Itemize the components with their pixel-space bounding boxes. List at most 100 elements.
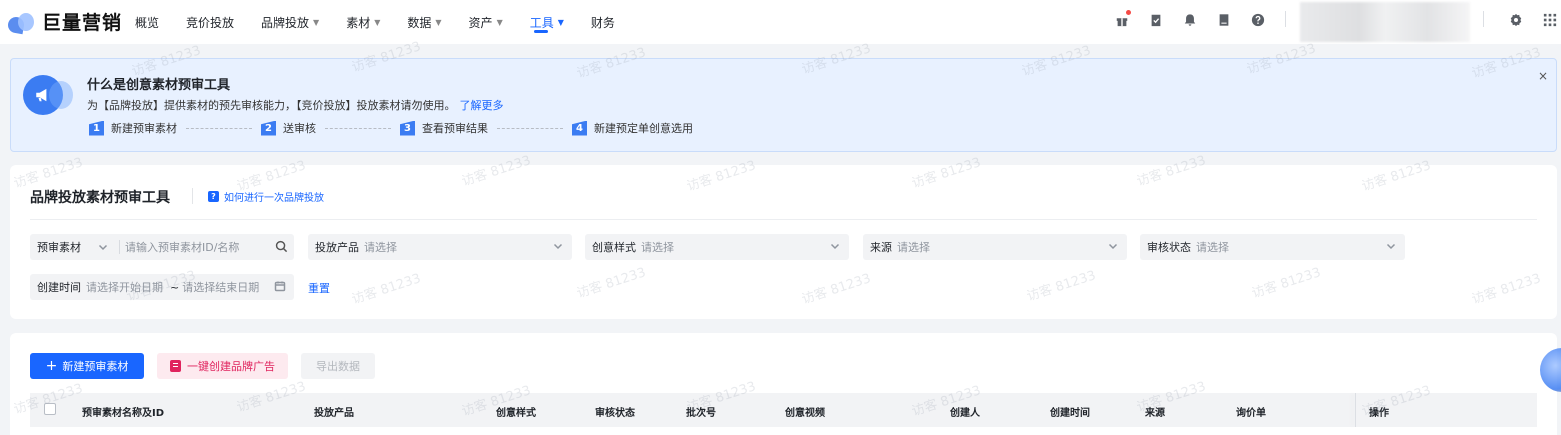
style-select[interactable]: 创意样式 请选择 xyxy=(585,234,849,260)
help-icon[interactable] xyxy=(1248,10,1268,30)
create-brand-ad-button[interactable]: 一键创建品牌广告 xyxy=(157,353,288,379)
howto-link[interactable]: ? 如何进行一次品牌投放 xyxy=(208,189,324,204)
divider xyxy=(119,240,120,254)
date-end-input[interactable]: 请选择结束日期 xyxy=(182,279,259,295)
column-header-creator[interactable]: 创建人 xyxy=(950,404,980,419)
logo-text: 巨量营销 xyxy=(42,12,123,34)
bell-icon[interactable] xyxy=(1180,10,1200,30)
nav-item-material[interactable]: 素材 ▼ xyxy=(346,0,380,44)
step-connector xyxy=(186,127,252,129)
step-label: 查看预审结果 xyxy=(422,122,488,135)
step-connector xyxy=(325,127,391,129)
date-start-input[interactable]: 请选择开始日期 xyxy=(86,279,163,295)
column-header-batch[interactable]: 批次号 xyxy=(686,404,716,419)
chevron-down-icon xyxy=(1107,240,1119,252)
style-placeholder: 请选择 xyxy=(641,241,674,254)
reset-link[interactable]: 重置 xyxy=(308,280,330,296)
column-header-source[interactable]: 来源 xyxy=(1145,404,1165,419)
brand-ad-label: 一键创建品牌广告 xyxy=(187,360,275,373)
chevron-down-icon xyxy=(552,240,564,252)
chevron-down-icon[interactable] xyxy=(97,241,109,253)
nav-item-data[interactable]: 数据 ▼ xyxy=(407,0,441,44)
status-label: 审核状态 xyxy=(1147,241,1191,254)
column-header-status[interactable]: 审核状态 xyxy=(595,404,635,419)
fixed-column-divider xyxy=(1355,393,1356,427)
search-input[interactable]: 请输入预审素材ID/名称 xyxy=(125,239,239,255)
source-placeholder: 请选择 xyxy=(897,241,930,254)
caret-down-icon: ▼ xyxy=(313,17,320,27)
select-all-checkbox[interactable] xyxy=(44,403,56,415)
column-header-product[interactable]: 投放产品 xyxy=(314,404,354,419)
step-2: 2 送审核 xyxy=(261,120,316,136)
source-label: 来源 xyxy=(870,241,892,254)
plus-icon: + xyxy=(45,358,58,374)
gift-icon[interactable] xyxy=(1112,10,1132,30)
chevron-down-icon xyxy=(1385,240,1397,252)
material-search-field: 预审素材 请输入预审素材ID/名称 xyxy=(30,234,294,260)
step-label: 新建预审素材 xyxy=(111,122,177,135)
megaphone-icon xyxy=(23,75,73,115)
learn-more-link[interactable]: 了解更多 xyxy=(460,99,504,112)
column-header-quote[interactable]: 询价单 xyxy=(1236,404,1266,419)
nav-item-finance[interactable]: 财务 xyxy=(591,0,615,44)
divider xyxy=(30,219,1537,220)
nav-item-assets[interactable]: 资产 ▼ xyxy=(469,0,503,44)
caret-down-icon: ▼ xyxy=(557,17,564,27)
status-select[interactable]: 审核状态 请选择 xyxy=(1140,234,1405,260)
step-number: 1 xyxy=(89,120,104,136)
banner-desc-text: 为【品牌投放】提供素材的预先审核能力，【竞价投放】投放素材请勿使用。 xyxy=(87,99,456,112)
column-header-name[interactable]: 预审素材名称及ID xyxy=(82,404,164,419)
question-icon: ? xyxy=(208,191,219,202)
step-1: 1 新建预审素材 xyxy=(89,120,177,136)
divider xyxy=(192,188,193,204)
calendar-icon xyxy=(274,280,286,292)
source-select[interactable]: 来源 请选择 xyxy=(863,234,1127,260)
column-header-video[interactable]: 创意视频 xyxy=(785,404,825,419)
step-number: 3 xyxy=(400,120,415,136)
caret-down-icon: ▼ xyxy=(435,17,442,27)
divider xyxy=(1483,11,1484,27)
product-label: 投放产品 xyxy=(315,241,359,254)
step-3: 3 查看预审结果 xyxy=(400,120,488,136)
nav-item-brand[interactable]: 品牌投放 ▼ xyxy=(261,0,319,44)
user-account-area[interactable] xyxy=(1300,2,1470,42)
style-label: 创意样式 xyxy=(592,241,636,254)
banner-description: 为【品牌投放】提供素材的预先审核能力，【竞价投放】投放素材请勿使用。 了解更多 xyxy=(87,97,504,113)
search-type-select[interactable]: 预审素材 xyxy=(37,239,81,255)
settings-icon[interactable] xyxy=(1506,10,1526,30)
logo-mark-icon xyxy=(6,11,42,34)
product-select[interactable]: 投放产品 请选择 xyxy=(308,234,572,260)
nav-item-bidding[interactable]: 竞价投放 xyxy=(186,0,234,44)
logo[interactable]: 巨量营销 xyxy=(6,8,123,35)
product-placeholder: 请选择 xyxy=(364,241,397,254)
brand-ad-icon xyxy=(170,360,181,372)
close-icon[interactable]: × xyxy=(1538,69,1548,83)
clipboard-icon[interactable] xyxy=(1146,10,1166,30)
divider xyxy=(1285,11,1286,27)
apps-grid-icon[interactable] xyxy=(1540,10,1560,30)
column-header-actions: 操作 xyxy=(1369,408,1389,419)
banner-title: 什么是创意素材预审工具 xyxy=(87,78,231,93)
caret-down-icon: ▼ xyxy=(374,17,381,27)
page-title: 品牌投放素材预审工具 xyxy=(30,190,170,206)
steps: 1 新建预审素材 2 送审核 3 查看预审结果 4 新建预定单创意选用 xyxy=(89,120,693,136)
column-header-style[interactable]: 创意样式 xyxy=(496,404,536,419)
date-label: 创建时间 xyxy=(37,281,81,294)
step-label: 新建预定单创意选用 xyxy=(594,122,693,135)
nav-item-overview[interactable]: 概览 xyxy=(135,0,159,44)
nav-item-tools[interactable]: 工具 ▼ xyxy=(530,0,564,44)
export-button: 导出数据 xyxy=(301,353,375,379)
search-icon[interactable] xyxy=(275,240,288,253)
column-header-created-time[interactable]: 创建时间 xyxy=(1050,404,1090,419)
step-number: 4 xyxy=(572,120,587,136)
new-material-label: 新建预审素材 xyxy=(62,360,129,373)
date-separator: ~ xyxy=(170,280,180,294)
new-material-button[interactable]: + 新建预审素材 xyxy=(30,353,144,379)
date-range-picker[interactable]: 创建时间 请选择开始日期 ~ 请选择结束日期 xyxy=(30,274,294,300)
howto-label: 如何进行一次品牌投放 xyxy=(224,193,324,204)
top-nav: 巨量营销 概览 竞价投放 品牌投放 ▼ 素材 ▼ 数据 ▼ 资产 ▼ 工具 ▼ 财务 xyxy=(0,0,1561,44)
step-label: 送审核 xyxy=(283,122,316,135)
document-icon[interactable] xyxy=(1214,10,1234,30)
filter-card: 品牌投放素材预审工具 ? 如何进行一次品牌投放 预审素材 请输入预审素材ID/名称… xyxy=(10,165,1557,319)
notification-dot xyxy=(1126,10,1131,15)
